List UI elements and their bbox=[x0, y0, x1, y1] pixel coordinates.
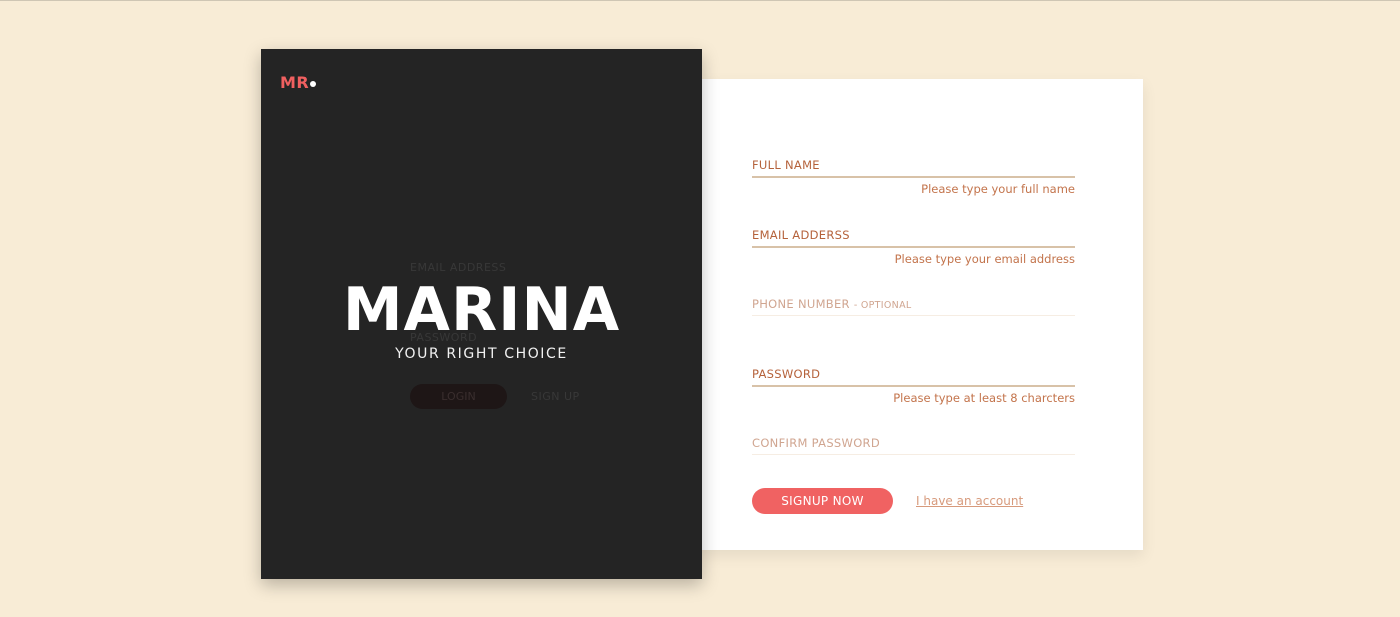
phone-label: PHONE NUMBER - OPTIONAL bbox=[752, 297, 1075, 315]
have-account-link[interactable]: I have an account bbox=[916, 494, 1023, 508]
email-input-line[interactable] bbox=[752, 246, 1075, 248]
password-label: PASSWORD bbox=[752, 367, 821, 381]
logo[interactable]: MR bbox=[280, 73, 317, 92]
logo-dot bbox=[310, 81, 317, 87]
ghost-email-label: EMAIL ADDRESS bbox=[410, 261, 507, 274]
email-error: Please type your email address bbox=[894, 252, 1075, 266]
signup-button[interactable]: SIGNUP NOW bbox=[752, 488, 893, 514]
confirm-password-label: CONFIRM PASSWORD bbox=[752, 436, 880, 450]
password-input-line[interactable] bbox=[752, 385, 1075, 387]
phone-label-text: PHONE NUMBER bbox=[752, 297, 850, 311]
full-name-error: Please type your full name bbox=[921, 182, 1075, 196]
full-name-input-line[interactable] bbox=[752, 176, 1075, 178]
phone-input-line[interactable] bbox=[752, 315, 1075, 316]
brand-tagline: YOUR RIGHT CHOICE bbox=[395, 346, 568, 362]
brand-panel: MR EMAIL ADDRESS PASSWORD LOGIN SIGN UP … bbox=[261, 49, 702, 579]
brand-title: MARINA bbox=[342, 275, 621, 345]
password-field[interactable]: PASSWORD Please type at least 8 charcter… bbox=[752, 367, 1075, 405]
full-name-field[interactable]: FULL NAME Please type your full name bbox=[752, 158, 1075, 196]
full-name-label: FULL NAME bbox=[752, 158, 820, 172]
logo-text: MR bbox=[280, 73, 310, 92]
ghost-signup-link: SIGN UP bbox=[531, 390, 580, 403]
ghost-login-button: LOGIN bbox=[410, 384, 507, 409]
phone-field[interactable]: PHONE NUMBER - OPTIONAL bbox=[752, 297, 1075, 316]
phone-optional-tag: - OPTIONAL bbox=[853, 300, 912, 311]
email-label: EMAIL ADDERSS bbox=[752, 228, 850, 242]
password-error: Please type at least 8 charcters bbox=[893, 391, 1075, 405]
email-field[interactable]: EMAIL ADDERSS Please type your email add… bbox=[752, 228, 1075, 266]
confirm-password-field[interactable]: CONFIRM PASSWORD bbox=[752, 436, 1075, 455]
confirm-password-input-line[interactable] bbox=[752, 454, 1075, 455]
